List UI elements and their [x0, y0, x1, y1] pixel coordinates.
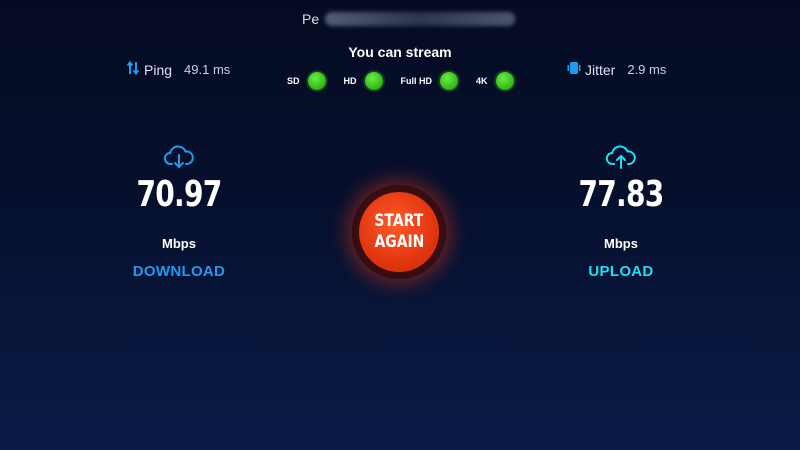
upload-label: UPLOAD	[588, 263, 654, 280]
status-dot	[307, 72, 326, 90]
jitter-icon	[567, 61, 581, 78]
ping-metric: Ping 49.1 ms	[126, 60, 231, 78]
start-again-line1: START	[374, 211, 424, 231]
start-again-line2: AGAIN	[374, 232, 424, 252]
stream-label: SD	[287, 76, 300, 86]
jitter-value: 2.9 ms	[627, 62, 667, 77]
status-dot	[495, 72, 514, 90]
stream-item-sd: SD	[287, 72, 326, 90]
download-speed: 70.97	[136, 174, 223, 215]
ping-value: 49.1 ms	[184, 62, 231, 77]
provider-name: Pe	[302, 10, 516, 28]
cloud-download-icon	[163, 145, 195, 171]
start-again-button[interactable]: START AGAIN	[359, 192, 439, 272]
stream-item-hd: HD	[344, 72, 383, 90]
ping-label: Ping	[144, 61, 173, 78]
provider-name-redacted	[325, 12, 516, 26]
download-unit: Mbps	[162, 236, 196, 251]
upload-unit: Mbps	[604, 236, 638, 251]
stream-item-full-hd: Full HD	[401, 72, 459, 90]
jitter-label: Jitter	[585, 61, 616, 78]
status-dot	[364, 72, 383, 90]
status-dot	[440, 72, 459, 90]
cloud-upload-icon	[605, 145, 637, 171]
upload-speed: 77.83	[578, 174, 665, 215]
download-label: DOWNLOAD	[132, 263, 226, 280]
jitter-metric: Jitter 2.9 ms	[567, 61, 666, 78]
stream-label: Full HD	[400, 76, 433, 86]
stream-label: 4K	[476, 76, 488, 86]
stream-item-4k: 4K	[476, 72, 514, 90]
stream-label: HD	[343, 76, 357, 86]
provider-prefix: Pe	[302, 11, 320, 27]
stream-quality-list: SD HD Full HD 4K	[287, 72, 514, 90]
stream-title: You can stream	[348, 44, 452, 60]
ping-arrows-icon	[126, 60, 140, 78]
